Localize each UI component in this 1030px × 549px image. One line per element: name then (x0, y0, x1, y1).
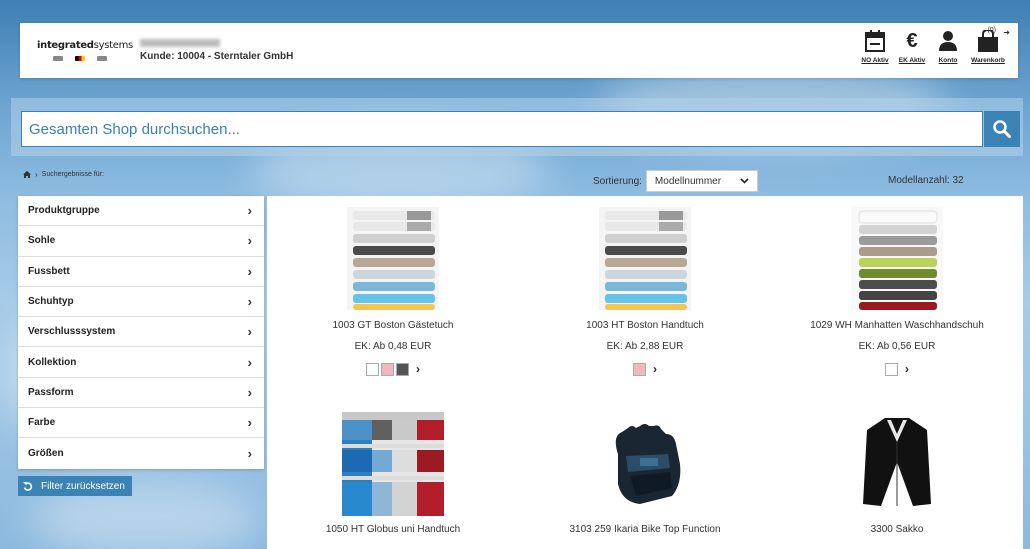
calendar-icon (865, 29, 885, 53)
home-icon[interactable] (23, 171, 31, 178)
search-button[interactable] (984, 111, 1020, 147)
model-count: Modellanzahl: 32 (888, 175, 964, 186)
product-name[interactable]: 3103 259 Ikaria Bike Top Function (519, 524, 771, 535)
filter-label: Größen (28, 448, 64, 460)
product-image-towel-stack[interactable] (347, 207, 439, 310)
chevron-right-icon: › (247, 233, 252, 249)
color-swatch[interactable] (885, 362, 898, 376)
chevron-right-icon: › (247, 263, 252, 279)
product-image-bike-glove[interactable] (600, 414, 690, 514)
header-actions: NO Aktiv € EK Aktiv Konto Warenkorb (856, 29, 1010, 65)
product-card[interactable]: 1050 HT Globus uni Handtuch (267, 400, 519, 549)
chevron-right-icon: › (247, 354, 252, 370)
filter-sohle[interactable]: Sohle › (18, 226, 264, 257)
sort-control: Sortierung: Modellnummer (593, 170, 758, 192)
product-price: EK: Ab 2,88 EUR (606, 341, 684, 352)
filter-passform[interactable]: Passform › (18, 378, 264, 409)
product-name[interactable]: 1029 WH Manhatten Waschhandschuh (771, 320, 1023, 331)
filter-label: Sohle (28, 235, 56, 247)
customer-info: Kunde: 10004 - Sterntaler GmbH (140, 39, 293, 62)
site-header: integratedsystems Kunde: 10004 - Sternta… (20, 23, 1018, 78)
color-swatch[interactable] (366, 362, 379, 376)
product-card[interactable]: 1003 HT Boston Handtuch EK: Ab 2,88 EUR … (519, 196, 771, 396)
product-card[interactable]: 3300 Sakko (771, 400, 1023, 549)
user-icon (939, 29, 957, 53)
filter-label: Farbe (28, 417, 56, 429)
product-card[interactable]: 1003 GT Boston Gästetuch EK: Ab 0,48 EUR… (267, 196, 519, 396)
chevron-right-icon: › (247, 294, 252, 310)
reset-filter-label: Filter zurücksetzen (41, 480, 125, 492)
filter-groessen[interactable]: Größen › (18, 438, 264, 468)
product-image-towel-stack-green[interactable] (851, 207, 943, 310)
logo-text-bold: integrated (37, 40, 94, 51)
chevron-right-icon: › (247, 446, 252, 462)
customer-name: Kunde: 10004 - Sterntaler GmbH (140, 51, 294, 62)
undo-icon (23, 482, 33, 491)
filter-produktgruppe[interactable]: Produktgruppe › (18, 196, 264, 227)
color-swatches: › (519, 362, 771, 376)
chevron-right-icon[interactable]: › (905, 362, 909, 376)
reset-filter-button[interactable]: Filter zurücksetzen (18, 476, 132, 496)
chevron-right-icon[interactable]: › (653, 362, 657, 376)
cart-count: (0) (987, 27, 996, 34)
breadcrumb: › Suchergebnisse für: (23, 170, 104, 179)
product-price: EK: Ab 0,48 EUR (354, 341, 432, 352)
filter-sidebar: Produktgruppe › Sohle › Fussbett › Schuhtyp… (18, 196, 264, 469)
ek-aktiv-button[interactable]: € EK Aktiv (894, 29, 930, 65)
filter-label: Fussbett (28, 265, 70, 277)
sort-label: Sortierung: (593, 175, 642, 187)
filter-label: Produktgruppe (28, 205, 100, 217)
product-image-jacket[interactable] (857, 412, 937, 512)
product-name[interactable]: 1003 GT Boston Gästetuch (267, 320, 519, 331)
filter-kollektion[interactable]: Kollektion › (18, 347, 264, 378)
logo[interactable]: integratedsystems (37, 40, 133, 61)
logo-partner-marks (53, 56, 127, 61)
product-name[interactable]: 1050 HT Globus uni Handtuch (267, 524, 519, 535)
color-swatch[interactable] (396, 362, 409, 376)
breadcrumb-label: Suchergebnisse für: (41, 171, 104, 178)
sort-select[interactable]: Modellnummer (645, 170, 758, 192)
sort-selected-value: Modellnummer (654, 175, 722, 187)
euro-icon: € (906, 29, 918, 52)
konto-label: Konto (938, 57, 958, 64)
no-aktiv-button[interactable]: NO Aktiv (856, 29, 894, 64)
product-grid: 1003 GT Boston Gästetuch EK: Ab 0,48 EUR… (267, 196, 1023, 549)
chevron-right-icon: › (247, 203, 252, 219)
color-swatches: › (267, 362, 519, 376)
konto-button[interactable]: Konto (930, 29, 966, 64)
ek-aktiv-label: EK Aktiv (898, 57, 926, 64)
filter-label: Kollektion (28, 356, 77, 368)
filter-fussbett[interactable]: Fussbett › (18, 257, 264, 287)
logout-icon[interactable]: ➜ (1003, 28, 1010, 37)
product-image-towel-stack[interactable] (599, 207, 691, 310)
filter-label: Schuhtyp (28, 296, 74, 308)
filter-label: Passform (28, 386, 74, 398)
chevron-down-icon (740, 178, 749, 184)
chevron-right-icon: › (247, 384, 252, 400)
color-swatch[interactable] (633, 362, 646, 376)
chevron-right-icon: › (247, 415, 252, 431)
product-price: EK: Ab 0,56 EUR (858, 341, 936, 352)
chevron-right-icon: › (35, 170, 38, 179)
logo-text-light: systems (93, 40, 134, 51)
chevron-right-icon: › (247, 324, 252, 340)
filter-label: Verschlusssystem (28, 326, 116, 338)
color-swatches: › (771, 362, 1023, 376)
color-swatch[interactable] (381, 362, 394, 376)
no-aktiv-label: NO Aktiv (861, 57, 889, 64)
product-name[interactable]: 1003 HT Boston Handtuch (519, 320, 771, 331)
product-image-towel-shelf[interactable] (342, 412, 444, 516)
filter-farbe[interactable]: Farbe › (18, 408, 264, 439)
redacted-user-name (140, 39, 220, 47)
chevron-right-icon[interactable]: › (416, 362, 420, 376)
warenkorb-label: Warenkorb (971, 57, 1005, 64)
product-card[interactable]: 3103 259 Ikaria Bike Top Function (519, 400, 771, 549)
search-bar (11, 98, 1023, 156)
product-card[interactable]: 1029 WH Manhatten Waschhandschuh EK: Ab … (771, 196, 1023, 396)
filter-schuhtyp[interactable]: Schuhtyp › (18, 287, 264, 318)
product-name[interactable]: 3300 Sakko (771, 524, 1023, 535)
filter-verschlusssystem[interactable]: Verschlusssystem › (18, 317, 264, 348)
search-input[interactable] (21, 111, 983, 147)
search-icon (993, 120, 1011, 138)
